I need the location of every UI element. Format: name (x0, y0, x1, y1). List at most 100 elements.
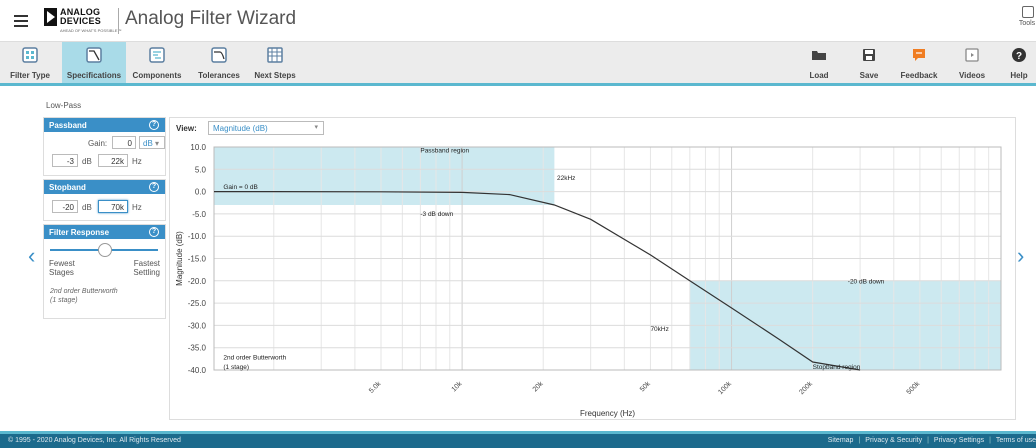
gain-unit-chevron-icon: ▾ (155, 139, 160, 148)
components-icon (149, 47, 165, 63)
videos-icon (965, 48, 979, 62)
passband-help-icon[interactable]: ? (149, 120, 159, 130)
filter-type-icon (22, 47, 38, 63)
footer-sep: | (858, 437, 861, 444)
tab-components[interactable]: Components (128, 42, 186, 83)
filter-summary-line1: 2nd order Butterworth (50, 288, 118, 295)
save-icon (863, 49, 875, 61)
footer-link-privacy-security[interactable]: Privacy & Security (865, 437, 922, 444)
folder-icon (812, 51, 826, 60)
x-tick-label: 200k (798, 380, 814, 396)
passband-gain-row: Gain: 0 dB ▾ (44, 136, 165, 154)
chart-annotation: -3 dB down (420, 211, 453, 218)
header-divider (118, 8, 119, 34)
load-button[interactable]: Load (804, 42, 834, 83)
stopband-help-icon[interactable]: ? (149, 182, 159, 192)
filter-summary: 2nd order Butterworth (1 stage) (44, 283, 165, 305)
passband-corner-row: -3 dB 22k Hz (44, 154, 165, 172)
y-tick-label: -40.0 (188, 366, 207, 375)
y-tick-label: -10.0 (188, 232, 207, 241)
tab-filter-type[interactable]: Filter Type (0, 42, 60, 83)
chart-annotation: Gain = 0 dB (223, 184, 258, 191)
help-icon: ? (1012, 48, 1026, 62)
logo-text: ANALOG DEVICES (60, 8, 101, 26)
prev-arrow-icon[interactable]: ‹ (28, 245, 42, 269)
stopband-attenuation-unit: dB (82, 203, 92, 212)
magnitude-chart[interactable]: 10.0 5.0 0.0 -5.0 -10.0 -15.0 -20.0 -25.0 -30.0 -… (170, 118, 1017, 421)
feedback-icon (913, 49, 925, 61)
passband-attenuation-unit: dB (82, 157, 92, 166)
response-slider[interactable] (44, 239, 165, 259)
slider-right-line1: Fastest (133, 259, 160, 268)
passband-attenuation-input[interactable]: -3 (52, 154, 78, 167)
chart-annotation: Passband region (420, 147, 469, 154)
slider-right-label: Fastest Settling (133, 259, 160, 277)
tab-tolerances-label: Tolerances (198, 71, 240, 80)
x-tick-label: 500k (906, 380, 922, 396)
chart-annotation: 2nd order Butterworth (223, 354, 286, 361)
filter-response-header: Filter Response ? (44, 225, 165, 239)
logo-mark-icon (44, 8, 57, 26)
y-tick-label: 10.0 (190, 143, 206, 152)
slider-knob[interactable] (98, 243, 112, 257)
videos-label: Videos (958, 71, 986, 80)
tools-button[interactable]: Tools (1018, 6, 1036, 36)
y-tick-label: -30.0 (188, 321, 207, 330)
help-label: Help (1010, 71, 1028, 80)
x-tick-label: 50k (639, 380, 652, 393)
gain-input[interactable]: 0 (112, 136, 136, 149)
footer-sep: | (927, 437, 929, 444)
tab-tolerances[interactable]: Tolerances (190, 42, 248, 83)
y-tick-label: -20.0 (188, 277, 207, 286)
logo-line2: DEVICES (60, 16, 101, 26)
hamburger-menu-icon[interactable] (14, 15, 28, 27)
footer-sep: | (989, 437, 991, 444)
tools-label: Tools (1018, 20, 1036, 27)
chart-container: View: Magnitude (dB) ▾ 10.0 5.0 0.0 -5.0 -10… (169, 117, 1016, 420)
passband-frequency-unit: Hz (132, 157, 142, 166)
footer-link-privacy-settings[interactable]: Privacy Settings (934, 437, 984, 444)
slider-labels: Fewest Stages Fastest Settling (44, 259, 165, 283)
filter-response-title: Filter Response (49, 228, 110, 237)
footer-link-terms[interactable]: Terms of use (996, 437, 1036, 444)
filter-type-label: Low-Pass (46, 101, 82, 110)
y-tick-label: 5.0 (195, 165, 207, 174)
help-button[interactable]: ? Help (1006, 42, 1032, 83)
tab-next-steps[interactable]: Next Steps (250, 42, 300, 83)
filter-response-help-icon[interactable]: ? (149, 227, 159, 237)
stopband-attenuation-input[interactable]: -20 (52, 200, 78, 213)
stopband-frequency-input[interactable]: 70k (98, 200, 128, 213)
app-title: Analog Filter Wizard (125, 8, 297, 29)
save-button[interactable]: Save (854, 42, 884, 83)
x-tick-label: 100k (717, 380, 733, 396)
tab-filter-type-label: Filter Type (10, 71, 50, 80)
next-steps-icon (267, 47, 283, 63)
stopband-header: Stopband ? (44, 180, 165, 194)
passband-title: Passband (49, 121, 87, 130)
tab-specifications-label: Specifications (66, 71, 122, 80)
x-tick-label: 10k (451, 380, 464, 393)
gain-unit-select[interactable]: dB ▾ (139, 136, 165, 149)
feedback-button[interactable]: Feedback (898, 42, 940, 83)
next-arrow-icon[interactable]: › (1017, 245, 1031, 269)
slider-left-line1: Fewest (49, 259, 75, 268)
chart-annotation: (1 stage) (223, 364, 249, 371)
tab-specifications[interactable]: Specifications (62, 42, 126, 83)
chart-annotation: -20 dB down (848, 278, 885, 285)
stopband-title: Stopband (49, 183, 86, 192)
filter-response-panel: Filter Response ? Fewest Stages Fastest … (43, 224, 166, 319)
tolerances-icon (211, 47, 227, 63)
analog-devices-logo[interactable]: ANALOG DEVICES AHEAD OF WHAT'S POSSIBLE™ (44, 6, 121, 36)
stopband-row: -20 dB 70k Hz (44, 200, 165, 218)
tab-next-steps-label: Next Steps (254, 71, 296, 80)
footer: © 1995 - 2020 Analog Devices, Inc. All R… (0, 431, 1036, 448)
footer-link-sitemap[interactable]: Sitemap (828, 437, 854, 444)
passband-panel: Passband ? Gain: 0 dB ▾ -3 dB 22k Hz (43, 117, 166, 176)
tools-icon (1022, 6, 1034, 18)
y-axis-label: Magnitude (dB) (175, 231, 184, 286)
passband-header: Passband ? (44, 118, 165, 132)
passband-frequency-input[interactable]: 22k (98, 154, 128, 167)
videos-button[interactable]: Videos (955, 42, 989, 83)
slider-left-line2: Stages (49, 268, 74, 277)
chart-annotation: Stopband region (813, 364, 861, 371)
